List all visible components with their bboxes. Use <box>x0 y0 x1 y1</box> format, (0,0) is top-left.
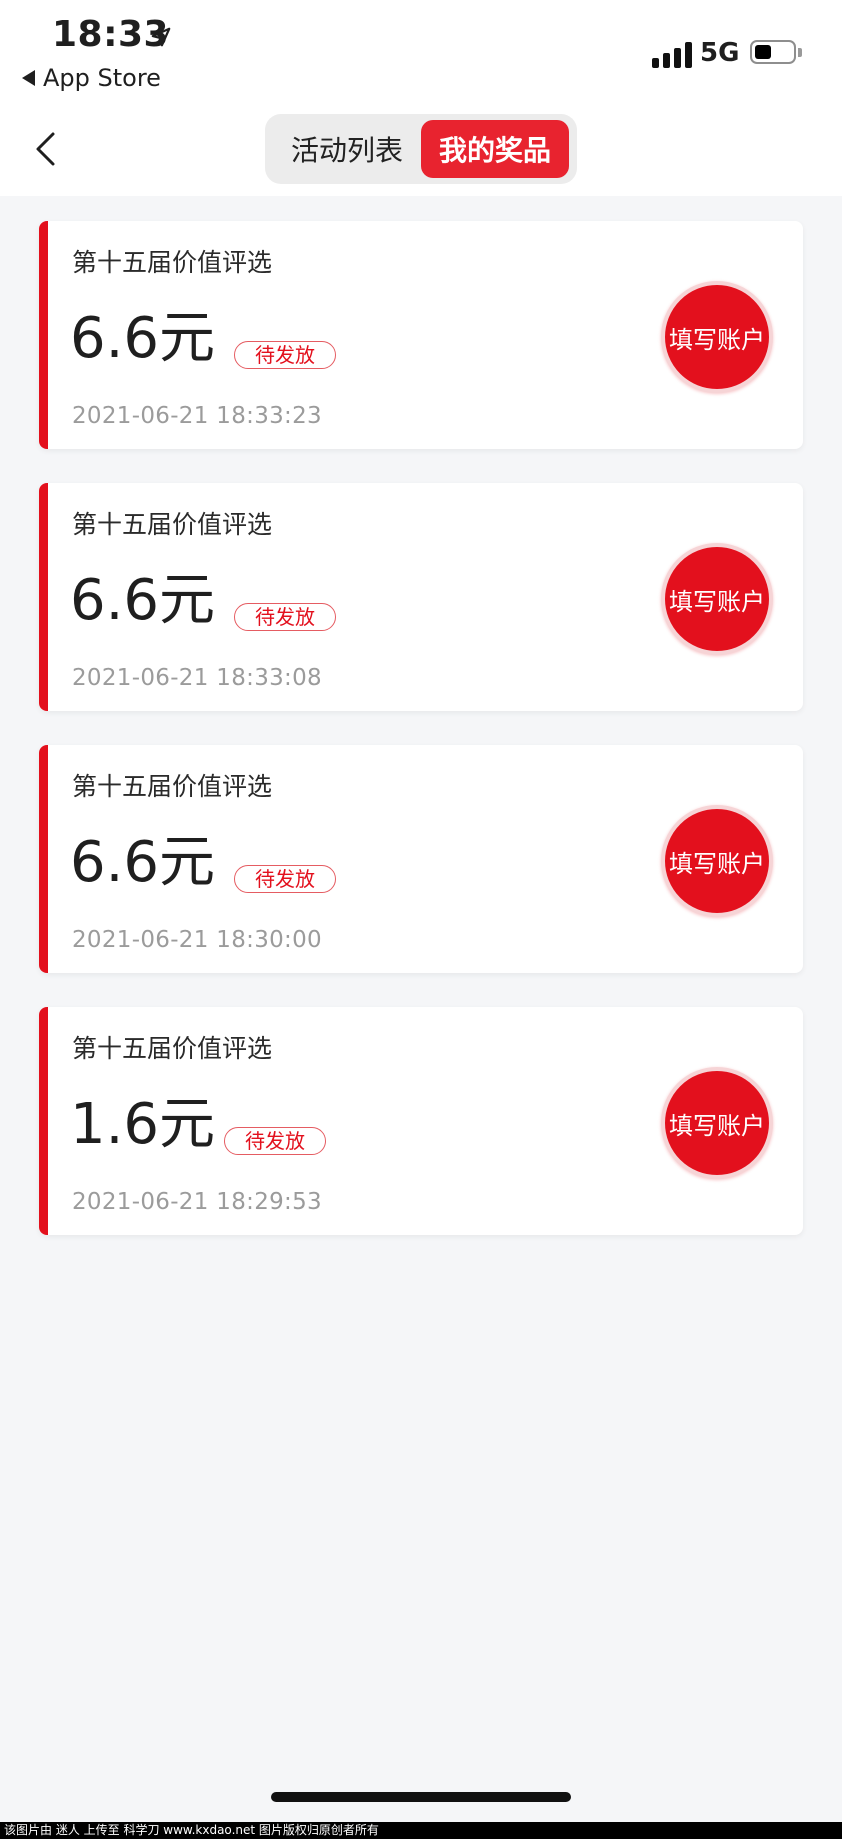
prize-timestamp: 2021-06-21 18:30:00 <box>72 927 322 953</box>
back-app-label: App Store <box>43 64 161 92</box>
battery-tip <box>798 48 802 57</box>
prize-amount: 1.6元 <box>70 1092 216 1157</box>
chevron-left-icon <box>36 132 55 166</box>
tab-activity-list[interactable]: 活动列表 <box>273 120 421 178</box>
prize-title: 第十五届价值评选 <box>72 248 273 277</box>
prize-timestamp: 2021-06-21 18:33:08 <box>72 665 322 691</box>
prize-card: 第十五届价值评选 6.6元 待发放 2021-06-21 18:30:00 填写… <box>39 745 803 973</box>
prize-title: 第十五届价值评选 <box>72 1034 273 1063</box>
battery-level <box>755 45 771 59</box>
card-accent-bar <box>39 745 48 973</box>
card-accent-bar <box>39 221 48 449</box>
prize-amount: 6.6元 <box>70 306 216 371</box>
prize-card: 第十五届价值评选 1.6元 待发放 2021-06-21 18:29:53 填写… <box>39 1007 803 1235</box>
prize-card: 第十五届价值评选 6.6元 待发放 2021-06-21 18:33:08 填写… <box>39 483 803 711</box>
fill-account-button[interactable]: 填写账户 <box>661 805 773 917</box>
status-bar: 18:33 App Store 5G <box>0 0 842 110</box>
home-indicator[interactable] <box>271 1792 571 1802</box>
status-badge: 待发放 <box>234 865 336 893</box>
prize-amount: 6.6元 <box>70 568 216 633</box>
watermark-bar: 该图片由 迷人 上传至 科学刀 www.kxdao.net 图片版权归原创者所有 <box>0 1822 842 1839</box>
fill-account-button[interactable]: 填写账户 <box>661 543 773 655</box>
location-arrow-icon <box>151 27 171 47</box>
prize-timestamp: 2021-06-21 18:29:53 <box>72 1189 322 1215</box>
network-type: 5G <box>700 38 740 68</box>
prize-timestamp: 2021-06-21 18:33:23 <box>72 403 322 429</box>
prize-title: 第十五届价值评选 <box>72 510 273 539</box>
prize-amount: 6.6元 <box>70 830 216 895</box>
prize-title: 第十五届价值评选 <box>72 772 273 801</box>
status-badge: 待发放 <box>234 341 336 369</box>
fill-account-button[interactable]: 填写账户 <box>661 281 773 393</box>
card-accent-bar <box>39 483 48 711</box>
page-header: 活动列表 我的奖品 <box>0 110 842 196</box>
fill-account-button[interactable]: 填写账户 <box>661 1067 773 1179</box>
segmented-tabs: 活动列表 我的奖品 <box>265 114 577 184</box>
back-triangle-icon <box>22 70 35 86</box>
card-accent-bar <box>39 1007 48 1235</box>
back-to-app-store-link[interactable]: App Store <box>22 64 161 92</box>
status-badge: 待发放 <box>234 603 336 631</box>
battery-icon <box>750 40 796 64</box>
status-badge: 待发放 <box>224 1127 326 1155</box>
back-button[interactable] <box>22 124 72 174</box>
prize-card: 第十五届价值评选 6.6元 待发放 2021-06-21 18:33:23 填写… <box>39 221 803 449</box>
signal-icon <box>652 42 692 68</box>
tab-my-prizes[interactable]: 我的奖品 <box>421 120 569 178</box>
